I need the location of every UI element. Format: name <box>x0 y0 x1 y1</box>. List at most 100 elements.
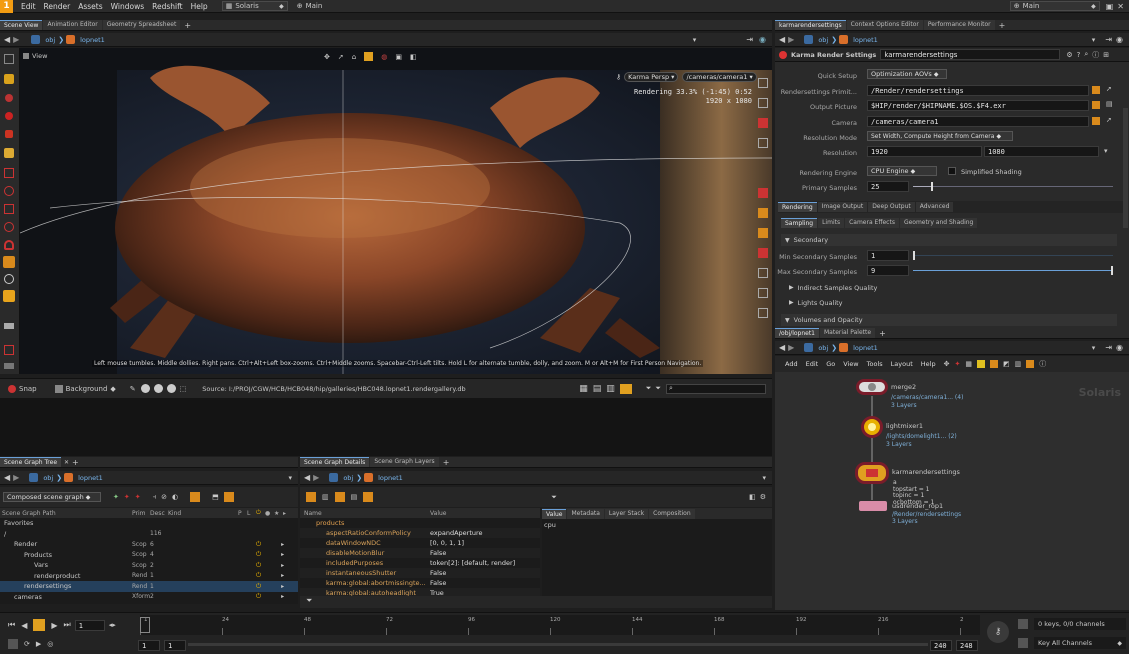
info-icon[interactable]: ⓘ <box>1092 50 1099 60</box>
col-name[interactable]: Name <box>300 510 430 517</box>
info-icon[interactable]: ⓘ <box>1039 359 1046 369</box>
add-tab-icon[interactable]: + <box>440 458 453 467</box>
columns-icon[interactable] <box>334 492 345 502</box>
camera-view-icon[interactable] <box>758 248 768 258</box>
add-tab-icon[interactable]: + <box>996 21 1009 30</box>
breadcrumb-lopnet[interactable]: lopnet1 <box>850 36 881 44</box>
tab-scene-graph-details[interactable]: Scene Graph Details <box>300 457 370 467</box>
output-field[interactable]: $HIP/render/$HIPNAME.$OS.$F4.exr <box>867 100 1089 111</box>
pin-icon[interactable]: ⇥ <box>1105 35 1112 44</box>
back-icon[interactable]: ◀ <box>304 473 310 482</box>
network-canvas[interactable]: Solaris merge2 /cameras/camera1... (4) 3… <box>775 372 1129 610</box>
col-l[interactable]: L <box>247 510 256 517</box>
play-reverse-icon[interactable]: ◀ <box>21 621 27 630</box>
visibility-icon[interactable]: ⏻ <box>256 540 261 549</box>
tab-geometry-shading[interactable]: Geometry and Shading <box>899 218 978 228</box>
res-width-field[interactable]: 1920 <box>867 146 982 157</box>
path-dropdown-icon[interactable]: ▾ <box>762 474 766 482</box>
gear-icon[interactable]: ⚙ <box>1066 51 1072 59</box>
sgt-row[interactable]: Render Scop 6 ⏻ ▸ <box>0 539 298 550</box>
start-frame-field[interactable]: 1 <box>138 640 160 651</box>
net-menu-view[interactable]: View <box>839 360 862 368</box>
gallery-search-input[interactable]: ⌕ <box>666 383 766 394</box>
select-icon[interactable]: ✥ <box>944 360 950 368</box>
max-sec-slider-knob[interactable] <box>1111 266 1113 275</box>
snap-icon[interactable] <box>8 384 16 393</box>
res-menu-icon[interactable]: ▾ <box>1104 147 1108 155</box>
karma-persp-menu[interactable]: Karma Persp ▾ <box>624 72 679 82</box>
tab-rendering[interactable]: Rendering <box>778 202 817 212</box>
end-frame-field[interactable]: 240 <box>930 640 952 651</box>
rows-icon[interactable]: ▤ <box>351 493 358 501</box>
pin-icon[interactable]: ⇥ <box>1105 343 1112 352</box>
select-arrow-icon[interactable]: ▸ <box>281 551 284 558</box>
select-arrow-icon[interactable]: ▸ <box>281 562 284 569</box>
flipbook-icon[interactable] <box>4 323 14 329</box>
sgt-row[interactable]: Products Scop 4 ⏻ ▸ <box>0 550 298 561</box>
col-value[interactable]: Value <box>430 510 530 517</box>
tab-scene-graph-layers[interactable]: Scene Graph Layers <box>370 457 439 467</box>
snap-label[interactable]: Snap <box>19 385 37 393</box>
realtime-icon[interactable] <box>8 639 18 649</box>
menu-help[interactable]: Help <box>187 2 212 11</box>
net-menu-go[interactable]: Go <box>822 360 839 368</box>
sgt-row[interactable]: Vars Scop 2 ⏻ ▸ <box>0 560 298 571</box>
ghost-icon[interactable] <box>758 118 768 128</box>
scene-graph-mode-select[interactable]: Composed scene graph ◆ <box>3 492 101 502</box>
wireframe-icon[interactable] <box>758 138 768 148</box>
node-name-field[interactable]: karmarendersettings <box>880 49 1061 60</box>
pin-icon[interactable]: ⫞ <box>153 493 157 502</box>
sgt-row[interactable]: / 116 <box>0 529 298 540</box>
tab-metadata[interactable]: Metadata <box>567 508 604 519</box>
forward-icon[interactable]: ▶ <box>788 343 794 352</box>
grid-icon[interactable]: ▦ <box>965 360 972 368</box>
net-menu-layout[interactable]: Layout <box>887 360 917 368</box>
col-p[interactable]: P <box>238 510 247 517</box>
filter-icon[interactable]: ⏷ <box>646 384 652 393</box>
play-icon[interactable]: ▶ <box>51 621 57 630</box>
view-tool-icon[interactable] <box>3 256 15 268</box>
camera-tool-icon[interactable] <box>4 204 14 214</box>
display-icon[interactable] <box>4 274 14 284</box>
more-icon[interactable]: ⊞ <box>1103 51 1109 59</box>
quick-setup-select[interactable]: Optimization AOVs ◆ <box>867 69 947 79</box>
primary-slider[interactable] <box>913 182 1113 191</box>
tab-scene-graph-tree[interactable]: Scene Graph Tree <box>0 457 62 467</box>
close-icon[interactable]: ✕ <box>1117 2 1124 11</box>
edit-tool-icon[interactable] <box>4 168 14 178</box>
breadcrumb-lopnet[interactable]: lopnet1 <box>77 36 108 44</box>
back-icon[interactable]: ◀ <box>779 35 785 44</box>
search-icon[interactable]: ⌕ <box>1084 50 1088 59</box>
tab-context-options[interactable]: Context Options Editor <box>846 20 923 30</box>
tab-camera-effects[interactable]: Camera Effects <box>845 218 899 228</box>
tab-limits[interactable]: Limits <box>818 218 845 228</box>
col-desc[interactable]: Desc <box>150 510 168 517</box>
grid-icon[interactable] <box>758 268 768 278</box>
split-icon[interactable]: ▥ <box>322 493 329 501</box>
path-dropdown-icon[interactable]: ▾ <box>288 474 292 482</box>
min-sec-slider[interactable] <box>913 251 1113 260</box>
forward-icon[interactable]: ▶ <box>13 473 19 482</box>
visibility-icon[interactable]: ⏻ <box>256 561 261 570</box>
camera-lock-icon[interactable]: ⚷ <box>616 73 621 81</box>
frame-ruler[interactable]: 1 24 48 72 96 120 144 168 192 216 2 <box>140 615 980 635</box>
camera-icon[interactable]: ◧ <box>749 493 756 501</box>
output-browse-icon[interactable]: ▤ <box>1106 100 1113 108</box>
viewport[interactable]: View ✥ ➚ ⌂ ◍ ▣ ◧ ⚷ Karma Persp ▾ /camera… <box>20 48 772 374</box>
start-frame-field-2[interactable]: 1 <box>164 640 186 651</box>
sgd-row[interactable]: dataWindowNDC [0, 0, 1, 1] <box>300 538 540 548</box>
tab-performance-monitor[interactable]: Performance Monitor <box>923 20 995 30</box>
context-selector[interactable]: ⊕ Main <box>294 1 354 11</box>
path-dropdown-icon[interactable]: ▾ <box>1092 344 1096 352</box>
scale-tool-icon[interactable] <box>5 130 13 138</box>
select-arrow-icon[interactable]: ▸ <box>281 541 284 548</box>
select-arrow-icon[interactable]: ▸ <box>281 593 284 600</box>
col-select-icon[interactable]: ▸ <box>283 510 292 517</box>
audio-icon[interactable]: ▶ <box>36 640 41 648</box>
tool-options-icon[interactable] <box>4 363 14 369</box>
layout-icon[interactable]: ▥ <box>1015 360 1022 368</box>
filter-icon[interactable]: ⏷ <box>306 596 312 605</box>
path-dropdown-icon[interactable]: ▾ <box>693 36 697 44</box>
min-sec-slider-knob[interactable] <box>913 251 915 260</box>
sync-icon[interactable] <box>223 492 234 502</box>
